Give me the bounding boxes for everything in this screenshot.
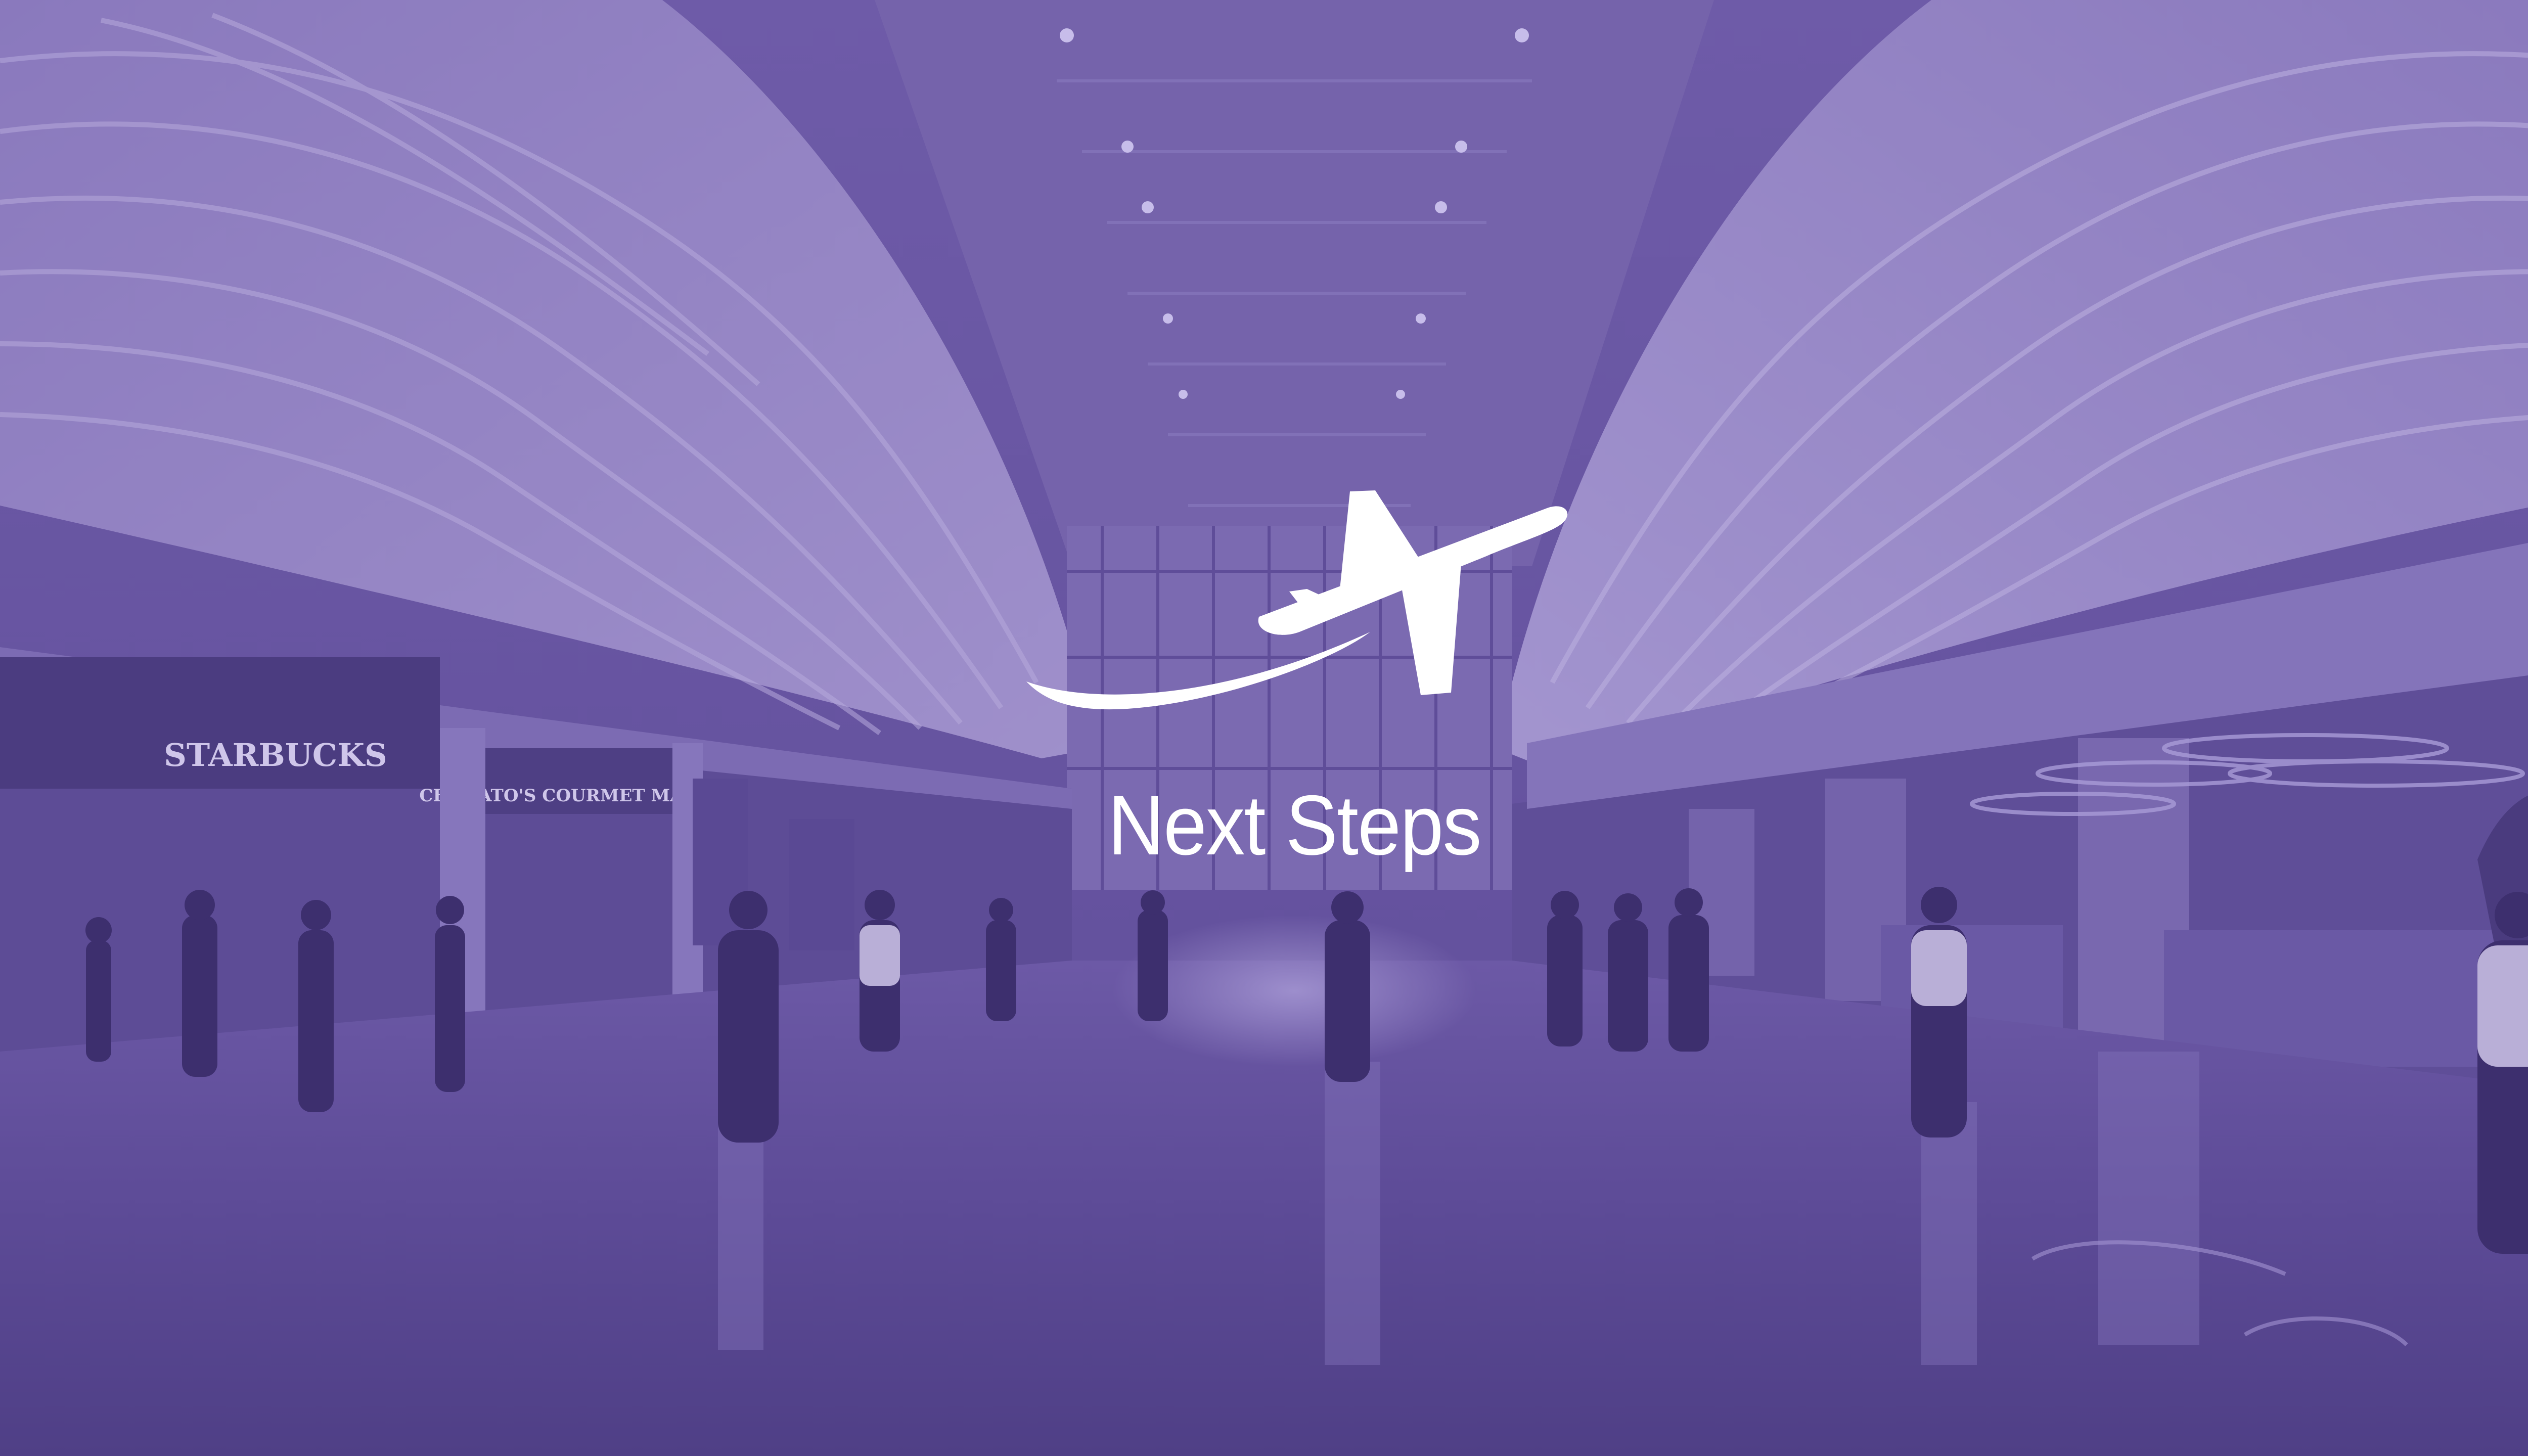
slide-title: Next Steps [1108, 778, 1481, 873]
starbucks-sign: STARBUCKS [164, 737, 387, 774]
airplane-icon [1026, 490, 1568, 710]
title-slide: STARBUCKS CHANATO'S COURMET MARKET Next … [0, 0, 2528, 1456]
airport-concourse-background: STARBUCKS CHANATO'S COURMET MARKET [0, 0, 2528, 1456]
